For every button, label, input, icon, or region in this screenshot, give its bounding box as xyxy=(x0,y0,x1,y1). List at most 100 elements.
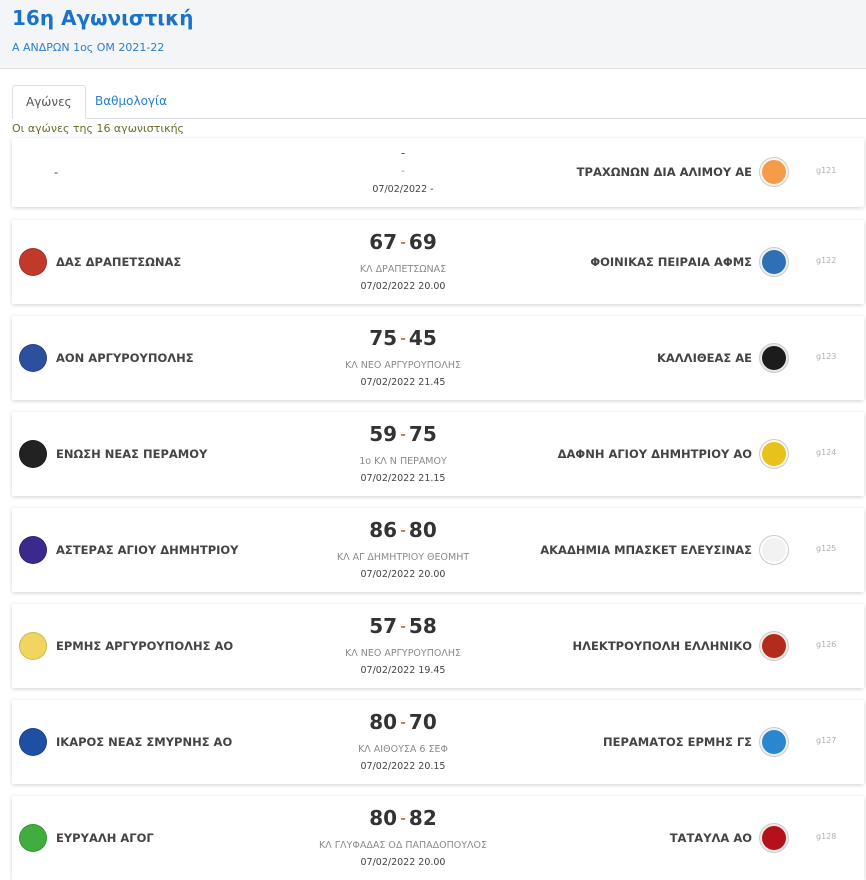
match-venue: - xyxy=(401,166,405,177)
match-datetime: 07/02/2022 20.15 xyxy=(360,761,446,772)
match-datetime: 07/02/2022 21.45 xyxy=(360,377,446,388)
away-score: 45 xyxy=(408,326,437,350)
star-logo-icon xyxy=(19,536,47,564)
match-datetime: 07/02/2022 - xyxy=(372,184,434,195)
elefsina-logo-icon xyxy=(760,536,788,564)
match-venue: 1ο ΚΛ Ν ΠΕΡΑΜΟΥ xyxy=(359,456,447,467)
eagle-logo-icon xyxy=(19,440,47,468)
matches-caption: Οι αγώνες της 16 αγωνιστικής xyxy=(12,122,184,135)
score-separator: - xyxy=(400,523,406,539)
tab-matches[interactable]: Αγώνες xyxy=(12,85,86,119)
home-score: 57 xyxy=(369,614,398,638)
match-card[interactable]: ΕΡΜΗΣ ΑΡΓΥΡΟΥΠΟΛΗΣ ΑΟ 57-58 ΚΛ ΝΕΟ ΑΡΓΥΡΟΥ… xyxy=(12,604,864,688)
away-score: 75 xyxy=(408,422,437,446)
match-score: 80-82 xyxy=(302,806,504,830)
away-team-name[interactable]: ΚΑΛΛΙΘΕΑΣ ΑΕ xyxy=(657,351,752,365)
match-card[interactable]: ΔΑΣ ΔΡΑΠΕΤΣΩΝΑΣ 67-69 ΚΛ ΔΡΑΠΕΤΣΩΝΑΣ 07/02/… xyxy=(12,220,864,304)
away-score: 70 xyxy=(408,710,437,734)
score-separator: - xyxy=(400,811,406,827)
match-score: - xyxy=(302,146,504,160)
home-score: 80 xyxy=(369,806,398,830)
drapetsona-logo-icon xyxy=(19,248,47,276)
home-team-name[interactable]: ΕΡΜΗΣ ΑΡΓΥΡΟΥΠΟΛΗΣ ΑΟ xyxy=(56,639,233,653)
away-team-name[interactable]: ΗΛΕΚΤΡΟΥΠΟΛΗ ΕΛΛΗΝΙΚΟ xyxy=(573,639,752,653)
away-team-name[interactable]: ΠΕΡΑΜΑΤΟΣ ΕΡΜΗΣ ΓΣ xyxy=(603,735,752,749)
peramatos-logo-icon xyxy=(760,728,788,756)
home-score: 75 xyxy=(369,326,398,350)
match-datetime: 07/02/2022 19.45 xyxy=(360,665,446,676)
aon-logo-icon xyxy=(19,344,47,372)
away-team-name[interactable]: ΔΑΦΝΗ ΑΓΙΟΥ ΔΗΜΗΤΡΙΟΥ ΑΟ xyxy=(558,447,752,461)
match-id: g127 xyxy=(816,736,837,745)
match-venue: ΚΛ ΓΛΥΦΑΔΑΣ ΟΔ ΠΑΠΑΔΟΠΟΥΛΟΣ xyxy=(319,840,487,851)
score-separator: - xyxy=(400,235,406,251)
match-score: 80-70 xyxy=(302,710,504,734)
home-team-name[interactable]: ΕΥΡΥΑΛΗ ΑΓΟΓ xyxy=(56,831,154,845)
match-card[interactable]: - - - 07/02/2022 - ΤΡΑΧΩΝΩΝ ΔΙΑ ΑΛΙΜΟΥ ΑΕ g12… xyxy=(12,138,864,207)
page-title: 16η Αγωνιστική xyxy=(12,6,194,30)
score-separator: - xyxy=(400,715,406,731)
away-team-name[interactable]: ΦΟΙΝΙΚΑΣ ΠΕΙΡΑΙΑ ΑΦΜΣ xyxy=(590,255,752,269)
away-score: 82 xyxy=(408,806,437,830)
home-score: - xyxy=(400,146,406,160)
tab-standings[interactable]: Βαθμολογία xyxy=(82,85,180,119)
tab-bar: Αγώνες Βαθμολογία xyxy=(12,85,866,119)
match-datetime: 07/02/2022 20.00 xyxy=(360,281,446,292)
home-team-name[interactable]: ΔΑΣ ΔΡΑΠΕΤΣΩΝΑΣ xyxy=(56,255,181,269)
match-card[interactable]: ΑΟΝ ΑΡΓΥΡΟΥΠΟΛΗΣ 75-45 ΚΛ ΝΕΟ ΑΡΓΥΡΟΥΠΟΛΗΣ… xyxy=(12,316,864,400)
match-card[interactable]: ΑΣΤΕΡΑΣ ΑΓΙΟΥ ΔΗΜΗΤΡΙΟΥ 86-80 ΚΛ ΑΓ ΔΗΜΗΤΡ… xyxy=(12,508,864,592)
match-datetime: 07/02/2022 20.00 xyxy=(360,857,446,868)
match-id: g122 xyxy=(816,256,837,265)
match-card[interactable]: ΙΚΑΡΟΣ ΝΕΑΣ ΣΜΥΡΝΗΣ ΑΟ 80-70 ΚΛ ΑΙΘΟΥΣΑ 6 … xyxy=(12,700,864,784)
match-datetime: 07/02/2022 21.15 xyxy=(360,473,446,484)
kallithea-logo-icon xyxy=(760,344,788,372)
competition-subtitle[interactable]: Α ΑΝΔΡΩΝ 1ος ΟΜ 2021-22 xyxy=(12,41,854,54)
away-score: 58 xyxy=(408,614,437,638)
match-id: g126 xyxy=(816,640,837,649)
match-venue: ΚΛ ΑΙΘΟΥΣΑ 6 ΣΕΦ xyxy=(358,744,448,755)
away-team-name[interactable]: ΤΑΤΑΥΛΑ ΑΟ xyxy=(670,831,752,845)
match-id: g121 xyxy=(816,166,837,175)
match-id: g123 xyxy=(816,352,837,361)
home-score: 59 xyxy=(369,422,398,446)
match-score: 75-45 xyxy=(302,326,504,350)
match-score: 86-80 xyxy=(302,518,504,542)
match-card[interactable]: ΕΥΡΥΑΛΗ ΑΓΟΓ 80-82 ΚΛ ΓΛΥΦΑΔΑΣ ΟΔ ΠΑΠΑΔΟΠΟ… xyxy=(12,796,864,880)
match-venue: ΚΛ ΝΕΟ ΑΡΓΥΡΟΥΠΟΛΗΣ xyxy=(345,360,461,371)
home-team-name[interactable]: - xyxy=(54,165,58,179)
home-team-name[interactable]: ΑΟΝ ΑΡΓΥΡΟΥΠΟΛΗΣ xyxy=(56,351,194,365)
score-separator: - xyxy=(400,427,406,443)
home-score: 86 xyxy=(369,518,398,542)
match-venue: ΚΛ ΝΕΟ ΑΡΓΥΡΟΥΠΟΛΗΣ xyxy=(345,648,461,659)
match-datetime: 07/02/2022 20.00 xyxy=(360,569,446,580)
match-id: g124 xyxy=(816,448,837,457)
ikaros-logo-icon xyxy=(19,728,47,756)
trachones-logo-icon xyxy=(760,158,788,186)
home-team-name[interactable]: ΑΣΤΕΡΑΣ ΑΓΙΟΥ ΔΗΜΗΤΡΙΟΥ xyxy=(56,543,239,557)
match-venue: ΚΛ ΑΓ ΔΗΜΗΤΡΙΟΥ ΘΕΟΜΗΤ xyxy=(336,552,470,563)
away-team-name[interactable]: ΤΡΑΧΩΝΩΝ ΔΙΑ ΑΛΙΜΟΥ ΑΕ xyxy=(577,165,752,179)
match-venue: ΚΛ ΔΡΑΠΕΤΣΩΝΑΣ xyxy=(359,264,447,275)
match-score: 59-75 xyxy=(302,422,504,446)
ilektroupoli-logo-icon xyxy=(760,632,788,660)
score-separator: - xyxy=(400,331,406,347)
dafni-logo-icon xyxy=(760,440,788,468)
home-team-name[interactable]: ΙΚΑΡΟΣ ΝΕΑΣ ΣΜΥΡΝΗΣ ΑΟ xyxy=(56,735,232,749)
home-score: 67 xyxy=(369,230,398,254)
match-id: g128 xyxy=(816,832,837,841)
tatavla-logo-icon xyxy=(760,824,788,852)
away-team-name[interactable]: ΑΚΑΔΗΜΙΑ ΜΠΑΣΚΕΤ ΕΛΕΥΣΙΝΑΣ xyxy=(540,543,752,557)
match-score: 67-69 xyxy=(302,230,504,254)
score-separator: - xyxy=(400,619,406,635)
foinikas-logo-icon xyxy=(760,248,788,276)
home-score: 80 xyxy=(369,710,398,734)
ermis-logo-icon xyxy=(19,632,47,660)
match-id: g125 xyxy=(816,544,837,553)
away-score: 80 xyxy=(408,518,437,542)
page-header: 16η Αγωνιστική Α ΑΝΔΡΩΝ 1ος ΟΜ 2021-22 xyxy=(0,0,866,69)
match-card[interactable]: ΕΝΩΣΗ ΝΕΑΣ ΠΕΡΑΜΟΥ 59-75 1ο ΚΛ Ν ΠΕΡΑΜΟΥ 07… xyxy=(12,412,864,496)
away-score: 69 xyxy=(408,230,437,254)
home-team-name[interactable]: ΕΝΩΣΗ ΝΕΑΣ ΠΕΡΑΜΟΥ xyxy=(56,447,207,461)
evryali-logo-icon xyxy=(19,824,47,852)
match-score: 57-58 xyxy=(302,614,504,638)
